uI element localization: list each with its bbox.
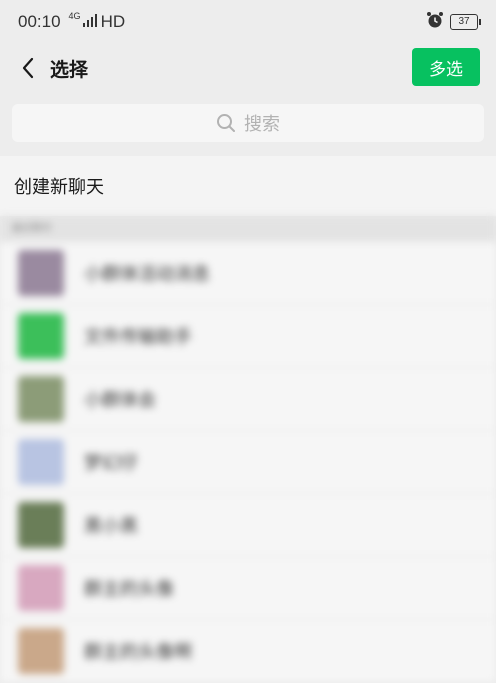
chat-name: 梦幻仔 — [84, 453, 138, 474]
chat-row[interactable]: 梦幻仔 — [0, 431, 496, 494]
status-right: 37 — [426, 11, 481, 34]
chat-name: 小群体活动消息 — [84, 264, 210, 285]
status-left: 00:10 4G HD — [18, 11, 126, 32]
create-new-chat-item[interactable]: 创建新聊天 — [0, 156, 496, 216]
create-new-chat-label: 创建新聊天 — [14, 177, 104, 198]
avatar — [18, 439, 64, 485]
chat-name: 文件传输助手 — [84, 327, 192, 348]
avatar — [18, 502, 64, 548]
network-type: 4G — [68, 11, 81, 21]
clock: 00:10 — [18, 12, 61, 31]
hd-indicator: HD — [100, 12, 126, 31]
chat-row[interactable]: 小群体会 — [0, 368, 496, 431]
recent-chats-region: 最近聊天 小群体活动消息 文件传输助手 小群体会梦幻仔黑小黑群主的头像群主的头像啊 — [0, 216, 496, 683]
chat-row[interactable]: 小群体活动消息 — [0, 242, 496, 305]
chat-name: 群主的头像啊 — [84, 642, 192, 663]
page-title: 选择 — [50, 58, 89, 81]
signal-icon — [82, 12, 97, 32]
avatar — [18, 376, 64, 422]
back-button[interactable] — [8, 48, 48, 88]
search-icon — [217, 114, 235, 132]
back-arrow-icon — [22, 57, 34, 79]
section-header: 最近聊天 — [0, 216, 496, 242]
battery-icon: 37 — [450, 14, 481, 30]
chat-row[interactable]: 群主的头像啊 — [0, 620, 496, 683]
avatar — [18, 628, 64, 674]
status-bar: 00:10 4G HD 37 — [0, 0, 496, 44]
search-placeholder: 搜索 — [244, 114, 280, 135]
nav-bar: 选择 多选 — [0, 44, 496, 92]
chat-name: 群主的头像 — [84, 579, 174, 600]
avatar — [18, 250, 64, 296]
chat-row[interactable]: 黑小黑 — [0, 494, 496, 557]
chat-row[interactable]: 文件传输助手 — [0, 305, 496, 368]
chat-name: 小群体会 — [84, 390, 156, 411]
avatar — [18, 313, 64, 359]
multi-select-button[interactable]: 多选 — [412, 48, 480, 86]
avatar — [18, 565, 64, 611]
chat-row[interactable]: 群主的头像 — [0, 557, 496, 620]
alarm-icon — [426, 11, 444, 34]
chat-name: 黑小黑 — [84, 516, 138, 537]
chat-list: 小群体活动消息 文件传输助手 小群体会梦幻仔黑小黑群主的头像群主的头像啊 — [0, 242, 496, 683]
search-input[interactable]: 搜索 — [12, 104, 484, 142]
